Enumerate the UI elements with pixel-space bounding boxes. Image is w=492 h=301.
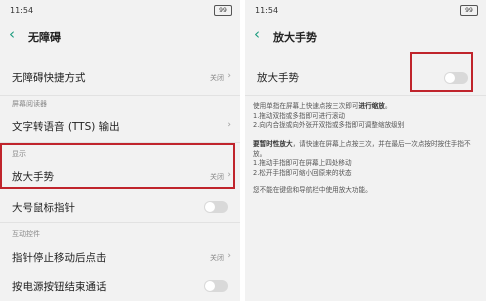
row-dwell-click[interactable]: 指针停止移动后点击 关闭 › <box>0 243 240 269</box>
large-pointer-toggle[interactable] <box>204 201 228 213</box>
magnification-gestures-screen: 11:54 99 ‹ 放大手势 放大手势 使用单指在屏幕上快速点按三次即可进行缩… <box>245 0 486 301</box>
row-label: 大号鼠标指针 <box>12 202 75 214</box>
divider <box>0 222 240 223</box>
status-time: 11:54 <box>255 6 279 15</box>
highlight-box <box>410 52 473 92</box>
row-value: 关闭 <box>210 254 224 262</box>
row-value: 关闭 <box>210 74 224 82</box>
status-bar: 11:54 99 <box>0 0 240 22</box>
desc-bold: 要暂时性放大 <box>253 140 293 148</box>
description-temporary-zoom: 要暂时性放大，请快速在屏幕上点按三次，并在最后一次点按时按住手指不放。 1.拖动… <box>253 140 478 178</box>
status-time: 11:54 <box>10 6 34 15</box>
desc-text: 您不能在键盘和导航栏中使用放大功能。 <box>253 186 372 194</box>
back-icon[interactable]: ‹ <box>9 27 15 42</box>
desc-text: 使用单指在屏幕上快速点按三次即可 <box>253 102 359 110</box>
row-accessibility-shortcut[interactable]: 无障碍快捷方式 关闭 › <box>0 62 240 92</box>
power-end-call-toggle[interactable] <box>204 280 228 292</box>
row-large-pointer[interactable]: 大号鼠标指针 <box>0 195 240 219</box>
title-bar: ‹ 放大手势 <box>245 24 486 48</box>
row-tts-output[interactable]: 文字转语音 (TTS) 输出 › <box>0 112 240 138</box>
desc-item: 2.向内合拢或向外张开双指或多指即可调整缩放级别 <box>253 121 405 130</box>
title-bar: ‹ 无障碍 <box>0 24 240 48</box>
page-title: 放大手势 <box>273 31 317 44</box>
chevron-right-icon: › <box>227 71 231 81</box>
battery-icon: 99 <box>214 5 232 16</box>
desc-item: 2.松开手指即可缩小回原来的状态 <box>253 168 352 177</box>
highlight-box <box>0 143 235 189</box>
desc-item: 1.拖动双指或多指即可进行滚动 <box>253 111 346 120</box>
chevron-right-icon: › <box>227 251 231 261</box>
chevron-right-icon: › <box>227 120 231 130</box>
toggle-knob <box>205 202 215 212</box>
divider <box>245 95 486 96</box>
description-note: 您不能在键盘和导航栏中使用放大功能。 <box>253 186 478 196</box>
section-header-interaction: 互动控件 <box>12 230 40 238</box>
desc-item: 1.拖动手指即可在屏幕上四处移动 <box>253 159 352 168</box>
toggle-knob <box>205 281 215 291</box>
back-icon[interactable]: ‹ <box>254 27 260 42</box>
page-title: 无障碍 <box>28 31 61 44</box>
row-label: 无障碍快捷方式 <box>12 72 86 84</box>
desc-bold: 进行缩放 <box>358 102 385 110</box>
desc-text: 。 <box>384 102 392 110</box>
section-header-screen-reader: 屏幕阅读器 <box>12 100 47 108</box>
row-label: 按电源按钮结束通话 <box>12 281 107 293</box>
battery-icon: 99 <box>460 5 478 16</box>
row-label: 放大手势 <box>257 72 299 84</box>
row-power-ends-call[interactable]: 按电源按钮结束通话 <box>0 273 240 299</box>
divider <box>0 95 240 96</box>
status-bar: 11:54 99 <box>245 0 486 22</box>
description-zoom: 使用单指在屏幕上快速点按三次即可进行缩放。 1.拖动双指或多指即可进行滚动 2.… <box>253 102 478 131</box>
row-label: 文字转语音 (TTS) 输出 <box>12 121 120 133</box>
row-label: 指针停止移动后点击 <box>12 252 107 264</box>
accessibility-screen: 11:54 99 ‹ 无障碍 无障碍快捷方式 关闭 › 屏幕阅读器 文字转语音 … <box>0 0 240 301</box>
